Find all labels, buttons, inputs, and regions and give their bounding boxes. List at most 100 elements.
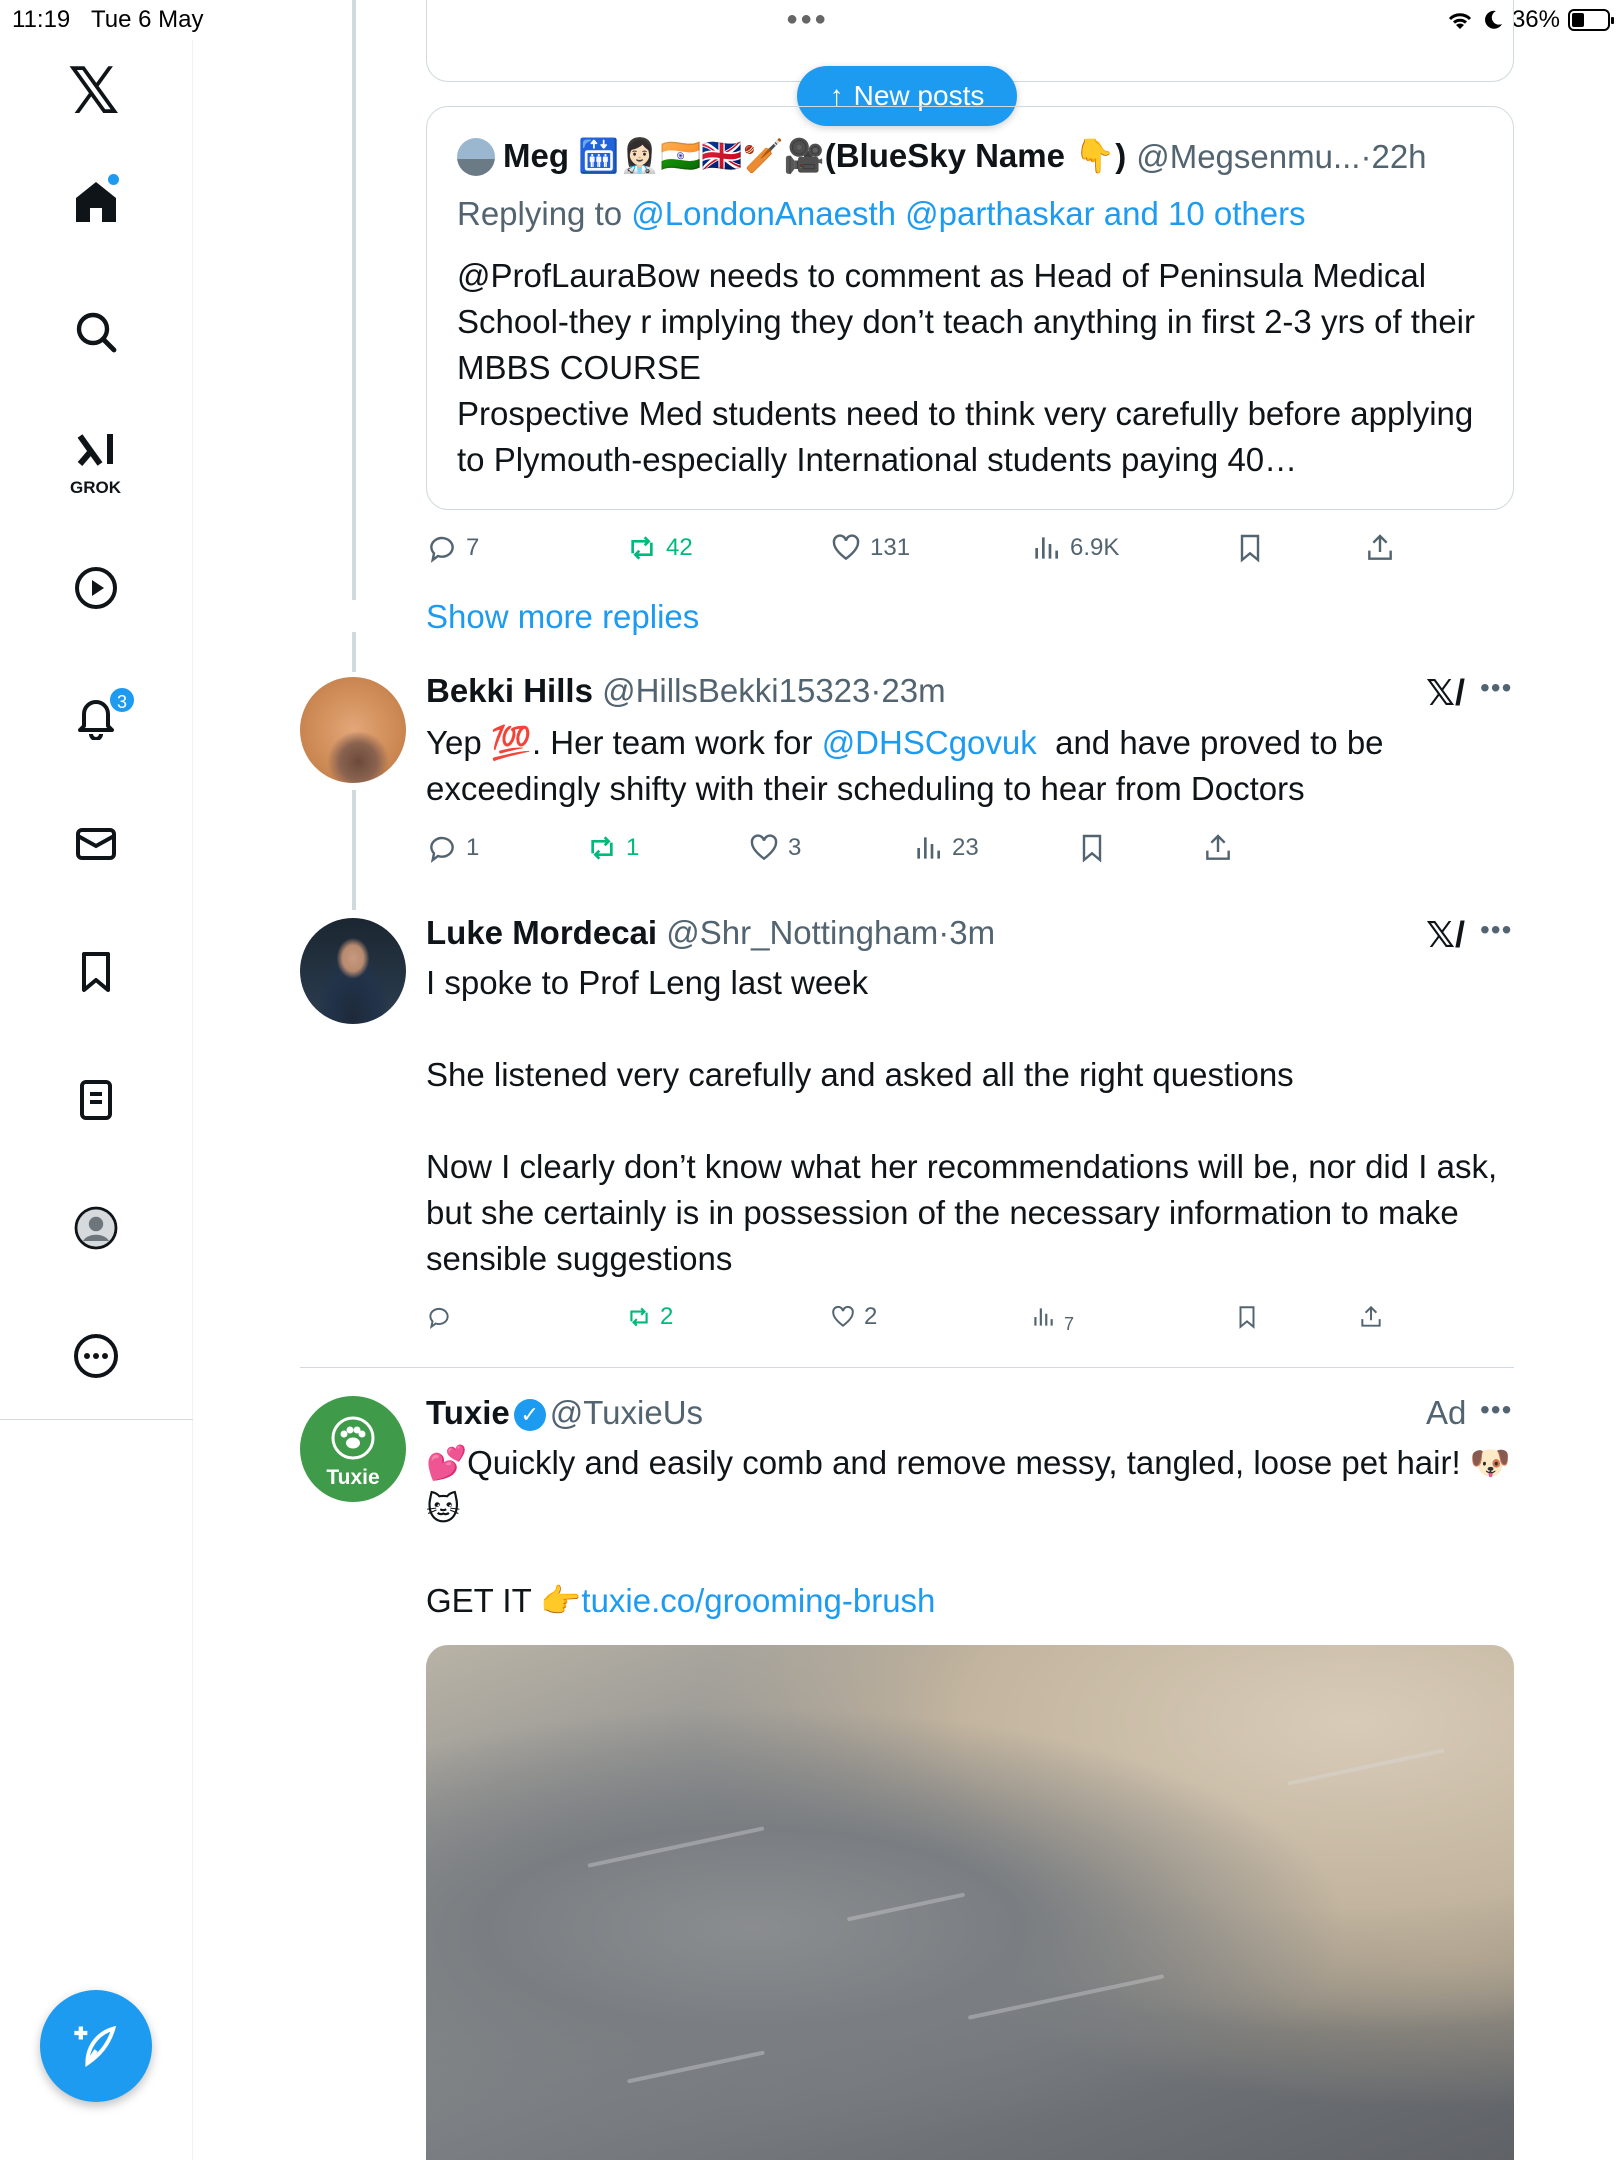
home-icon[interactable]: [62, 168, 130, 236]
like-button[interactable]: 3: [748, 828, 801, 868]
video-icon[interactable]: [62, 554, 130, 622]
tweet-text-start: Yep 💯. Her team work for: [426, 724, 822, 761]
show-more-replies-link[interactable]: Show more replies: [426, 598, 699, 636]
repost-icon: [630, 1307, 648, 1327]
author-name[interactable]: Bekki Hills: [426, 672, 593, 709]
tweet-text: 💕Quickly and easily comb and remove mess…: [426, 1444, 1511, 1527]
thread-line: [352, 0, 356, 600]
author-name[interactable]: Tuxie: [426, 1394, 510, 1431]
share-icon: [1361, 1305, 1381, 1327]
fur-streak: [587, 1826, 765, 1868]
x-logo-icon[interactable]: 𝕏: [68, 59, 120, 123]
heart-icon: [832, 534, 860, 561]
quoted-tweet-header: Meg 🛗👩🏻‍⚕️🇮🇳🇬🇧🏏🎥(BlueSky Name 👇) @Megsen…: [457, 137, 1497, 176]
more-options-icon[interactable]: •••: [1480, 914, 1512, 946]
avatar-text: Tuxie: [326, 1466, 380, 1489]
more-options-icon[interactable]: •••: [1480, 1394, 1512, 1426]
view-count: 6.9K: [1070, 534, 1120, 561]
author-handle[interactable]: @Shr_Nottingham: [666, 914, 938, 951]
thread-line: [352, 632, 356, 672]
bookmark-button[interactable]: [1234, 528, 1266, 568]
profile-icon[interactable]: [62, 1194, 130, 1262]
compose-icon: [74, 2025, 117, 2067]
tweet-text: Yep 💯. Her team work for @DHSCgovuk and …: [426, 720, 1516, 812]
status-time: 11:19: [12, 6, 71, 33]
heart-icon: [832, 1305, 854, 1327]
bookmark-button[interactable]: [1076, 828, 1108, 868]
grok-icon[interactable]: 𝕏/: [1426, 914, 1465, 956]
views-icon: [1035, 537, 1058, 559]
separator-dot: ·: [938, 914, 950, 951]
reply-icon: [430, 536, 454, 563]
repost-count: 2: [660, 1303, 674, 1330]
views-icon: [917, 837, 940, 859]
ad-cta: GET IT 👉tuxie.co/grooming-brush: [426, 1578, 1516, 1624]
replying-to: Replying to @LondonAnaesth @parthaskar a…: [457, 195, 1306, 233]
avatar[interactable]: Tuxie: [300, 1396, 406, 1502]
grok-icon[interactable]: 𝕏/: [1426, 672, 1465, 714]
notifications-badge: 3: [108, 686, 136, 714]
battery-fill: [1572, 13, 1584, 27]
share-button[interactable]: [1358, 1297, 1384, 1337]
search-icon[interactable]: [62, 298, 130, 366]
heart-icon: [750, 834, 778, 861]
more-icon[interactable]: [62, 1322, 130, 1390]
reply-button[interactable]: 1: [426, 828, 479, 868]
bookmark-icon: [1239, 1306, 1255, 1329]
author-name[interactable]: Luke Mordecai: [426, 914, 657, 951]
repost-button[interactable]: 1: [586, 828, 639, 868]
sidebar-divider: [0, 1419, 193, 1420]
mention-link[interactable]: @DHSCgovuk: [822, 724, 1037, 761]
grok-label: GROK: [70, 478, 121, 497]
bookmarks-icon[interactable]: [62, 938, 130, 1006]
bookmark-icon: [1240, 534, 1260, 563]
compose-button[interactable]: [40, 1990, 152, 2102]
action-bar: 1 1 3 23: [426, 828, 1230, 868]
reply-button[interactable]: 7: [426, 528, 479, 568]
tweet-time[interactable]: 3m: [949, 914, 995, 951]
author-handle[interactable]: @HillsBekki15323: [602, 672, 870, 709]
avatar[interactable]: [300, 677, 406, 783]
like-button[interactable]: 2: [830, 1297, 877, 1337]
avatar[interactable]: [300, 918, 406, 1024]
views-button[interactable]: 7: [1030, 1297, 1074, 1337]
grok-icon[interactable]: [62, 418, 130, 486]
repost-icon: [631, 536, 653, 560]
share-icon: [1368, 534, 1392, 560]
author-handle[interactable]: @TuxieUs: [550, 1394, 703, 1431]
bookmark-button[interactable]: [1234, 1297, 1260, 1337]
fur-streak: [846, 1892, 966, 1922]
repost-count: 1: [626, 834, 640, 861]
repost-button[interactable]: 2: [626, 1297, 673, 1337]
repost-button[interactable]: 42: [626, 528, 693, 568]
share-button[interactable]: [1364, 528, 1396, 568]
tweet-separator: [300, 1367, 1514, 1368]
views-button[interactable]: 23: [912, 828, 979, 868]
quoted-tweet-text: @ProfLauraBow needs to comment as Head o…: [457, 253, 1487, 483]
ad-video[interactable]: [426, 1645, 1514, 2160]
fur-streak: [1287, 1748, 1445, 1786]
author-name: Meg 🛗👩🏻‍⚕️🇮🇳🇬🇧🏏🎥(BlueSky Name 👇): [503, 137, 1127, 174]
quoted-tweet-card[interactable]: Meg 🛗👩🏻‍⚕️🇮🇳🇬🇧🏏🎥(BlueSky Name 👇) @Megsen…: [426, 106, 1514, 510]
verified-badge-icon: ✓: [513, 1399, 546, 1432]
replying-to-links[interactable]: @LondonAnaesth @parthaskar and 10 others: [631, 195, 1305, 232]
ad-link[interactable]: tuxie.co/grooming-brush: [581, 1582, 935, 1619]
reply-button[interactable]: [426, 1297, 452, 1337]
views-button[interactable]: 6.9K: [1030, 528, 1119, 568]
separator-dot: ·: [870, 672, 882, 709]
like-button[interactable]: 131: [830, 528, 910, 568]
share-button[interactable]: [1202, 828, 1234, 868]
lists-icon[interactable]: [62, 1066, 130, 1134]
action-bar: 7 42 131 6.9K: [426, 528, 1514, 568]
repost-count: 42: [666, 534, 693, 561]
repost-icon: [591, 836, 613, 860]
more-options-icon[interactable]: •••: [1480, 672, 1512, 704]
reply-count: 7: [466, 534, 480, 561]
mention-link[interactable]: @ProfLauraBow: [457, 257, 700, 294]
view-count: 23: [952, 834, 979, 861]
ad-label: Ad: [1426, 1394, 1467, 1431]
reply-icon: [429, 1307, 449, 1330]
tweet-time[interactable]: 23m: [881, 672, 945, 709]
like-count: 131: [870, 534, 911, 561]
messages-icon[interactable]: [62, 810, 130, 878]
